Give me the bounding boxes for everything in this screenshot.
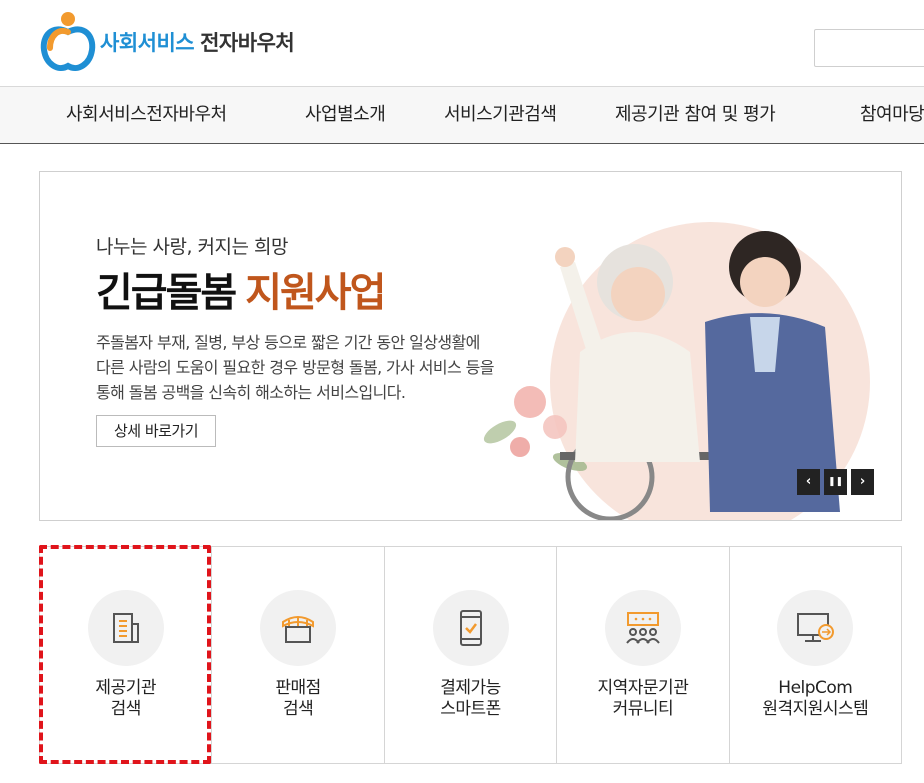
banner-title-main: 긴급돌봄 [96, 270, 237, 316]
logo-text: 사회서비스 전자바우처 [100, 27, 295, 57]
logo-suffix: 전자바우처 [200, 31, 295, 55]
quick-item-label-line: 검색 [282, 699, 314, 719]
quick-item-label: 지역자문기관 커뮤니티 [557, 678, 728, 720]
quick-item-store-search[interactable]: 판매점 검색 [212, 547, 385, 763]
search-input[interactable] [814, 29, 924, 67]
nav-item-business[interactable]: 사업별소개 [305, 87, 386, 143]
quick-item-label-line: 지역자문기관 [597, 678, 689, 698]
banner-detail-button[interactable]: 상세 바로가기 [96, 415, 216, 447]
banner-title-accent: 지원사업 [245, 270, 386, 316]
nav-item-agency-search[interactable]: 서비스기관검색 [444, 87, 557, 143]
quick-item-community[interactable]: 지역자문기관 커뮤니티 [557, 547, 730, 763]
banner-title: 긴급돌봄 지원사업 [96, 260, 386, 318]
store-icon [260, 590, 337, 666]
community-board-icon [604, 590, 681, 666]
main-navigation: 사회서비스전자바우처 사업별소개 서비스기관검색 제공기관 참여 및 평가 참여… [0, 86, 924, 144]
building-document-icon [87, 590, 164, 666]
remote-monitor-icon [777, 590, 854, 666]
banner-subtitle: 나누는 사랑, 커지는 희망 [96, 236, 288, 258]
quick-item-label-line: 제공기관 [95, 678, 156, 698]
quick-item-label: 결제가능 스마트폰 [385, 678, 556, 720]
quick-item-label: 제공기관 검색 [40, 678, 211, 720]
quick-item-smartphone[interactable]: 결제가능 스마트폰 [385, 547, 558, 763]
quick-item-label: 판매점 검색 [212, 678, 383, 720]
quick-item-helpcom[interactable]: HelpCom 원격지원시스템 [730, 547, 901, 763]
quick-item-label: HelpCom 원격지원시스템 [730, 678, 901, 720]
banner-next-button[interactable]: › [851, 469, 874, 495]
smartphone-check-icon [432, 590, 509, 666]
nav-item-provider-evaluation[interactable]: 제공기관 참여 및 평가 [615, 87, 776, 143]
banner-prev-button[interactable]: ‹ [797, 469, 820, 495]
quick-item-label-line: 커뮤니티 [612, 699, 674, 719]
quick-menu: 제공기관 검색 판매점 검색 결제가능 스마트폰 지역자문기관 커뮤니티 Hel… [39, 546, 902, 764]
quick-item-label-line: 원격지원시스템 [762, 699, 869, 719]
quick-item-label-line: 판매점 [275, 678, 321, 698]
quick-item-label-line: 스마트폰 [440, 699, 501, 719]
quick-item-label-line: 결제가능 [440, 678, 501, 698]
nav-item-participation[interactable]: 참여마당 [860, 87, 924, 143]
banner-pause-button[interactable]: ❚❚ [824, 469, 847, 495]
quick-item-label-line: 검색 [110, 699, 142, 719]
site-logo[interactable]: 사회서비스 전자바우처 [38, 10, 295, 74]
site-header: 사회서비스 전자바우처 [0, 0, 924, 86]
main-banner: 나누는 사랑, 커지는 희망 긴급돌봄 지원사업 주돌봄자 부재, 질병, 부상 … [39, 171, 902, 521]
apple-logo-icon [38, 10, 98, 74]
nav-item-voucher[interactable]: 사회서비스전자바우처 [66, 87, 227, 143]
quick-item-label-line: HelpCom [778, 678, 853, 698]
quick-item-provider-search[interactable]: 제공기관 검색 [40, 547, 213, 763]
logo-brand: 사회서비스 [100, 31, 195, 55]
